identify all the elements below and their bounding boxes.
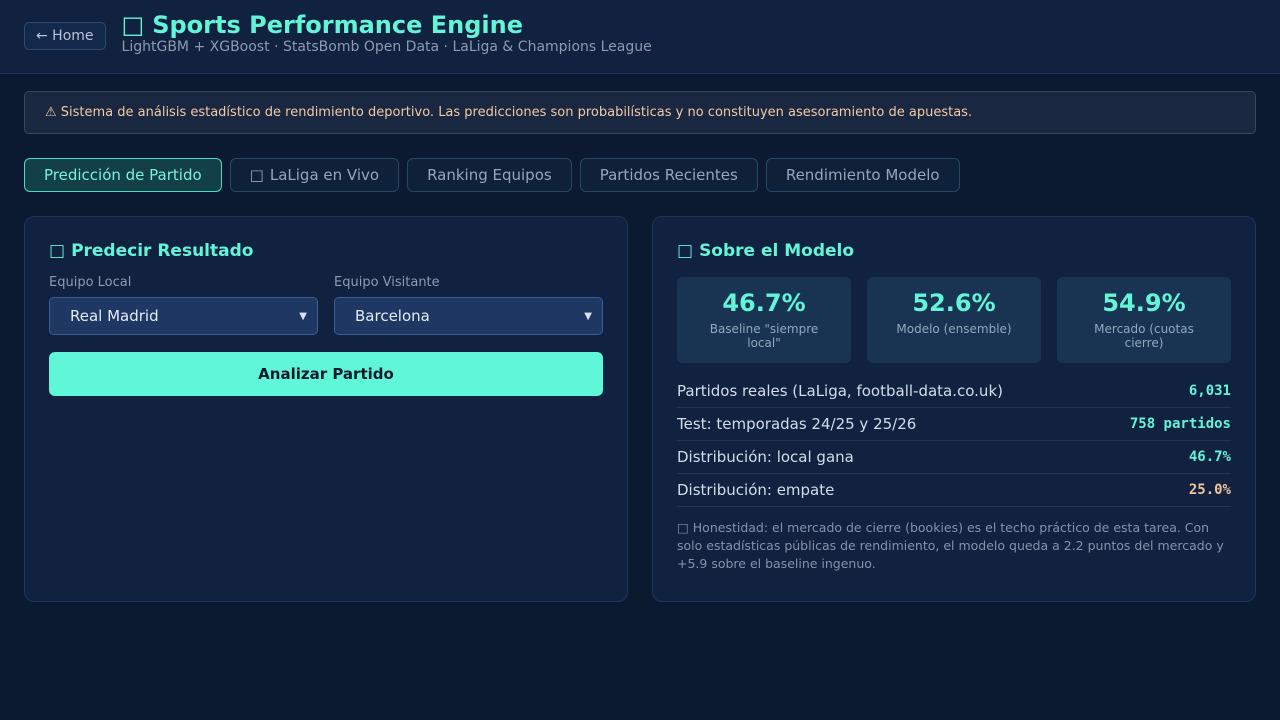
fact-value: 46.7% <box>1188 449 1231 465</box>
fact-row: Test: temporadas 24/25 y 25/26 758 parti… <box>677 408 1231 441</box>
predict-icon: □ <box>49 241 66 261</box>
predict-title-text: Predecir Resultado <box>71 241 254 261</box>
away-team-select[interactable]: Barcelona ▼ <box>334 297 603 335</box>
stat-market: 54.9% Mercado (cuotas cierre) <box>1057 277 1231 363</box>
disclaimer-banner: ⚠ Sistema de análisis estadístico de ren… <box>24 91 1256 134</box>
tab-label: Ranking Equipos <box>427 166 552 184</box>
tab-label: Rendimiento Modelo <box>785 166 940 184</box>
model-facts-list: Partidos reales (LaLiga, football-data.c… <box>677 375 1231 507</box>
home-team-group: Equipo Local Real Madrid ▼ <box>49 275 318 335</box>
title-block: □ Sports Performance Engine LightGBM + X… <box>122 11 652 56</box>
away-team-label: Equipo Visitante <box>334 275 440 290</box>
page-subtitle: LightGBM + XGBoost · StatsBomb Open Data… <box>121 39 652 55</box>
chevron-down-icon: ▼ <box>584 310 592 322</box>
app-logo-icon: □ <box>121 11 145 39</box>
fact-value: 6,031 <box>1188 383 1231 399</box>
page-title-text: Sports Performance Engine <box>152 11 523 39</box>
stat-value: 54.9% <box>1102 289 1186 317</box>
tab-label: Partidos Recientes <box>599 166 738 184</box>
chevron-down-icon: ▼ <box>299 310 307 322</box>
tab-laliga-en-vivo[interactable]: □ LaLiga en Vivo <box>229 158 400 192</box>
stat-model: 52.6% Modelo (ensemble) <box>867 277 1041 363</box>
live-icon: □ <box>249 166 264 184</box>
home-team-select[interactable]: Real Madrid ▼ <box>49 297 318 335</box>
predict-panel: □ Predecir Resultado Equipo Local Real M… <box>24 216 628 602</box>
disclaimer-text: ⚠ Sistema de análisis estadístico de ren… <box>45 105 973 120</box>
fact-value: 758 partidos <box>1129 416 1231 432</box>
fact-row: Distribución: empate 25.0% <box>677 474 1231 507</box>
tab-ranking-equipos[interactable]: Ranking Equipos <box>407 158 572 192</box>
tab-prediccion-partido[interactable]: Predicción de Partido <box>24 158 222 192</box>
fact-row: Partidos reales (LaLiga, football-data.c… <box>677 375 1231 408</box>
stat-label: Mercado (cuotas cierre) <box>1094 322 1194 350</box>
app-header: ← Home □ Sports Performance Engine Light… <box>0 0 1280 74</box>
fact-row: Distribución: local gana 46.7% <box>677 441 1231 474</box>
stat-value: 52.6% <box>912 289 996 317</box>
honesty-note: □ Honestidad: el mercado de cierre (book… <box>677 520 1224 571</box>
model-info-icon: □ <box>677 241 694 261</box>
stat-baseline: 46.7% Baseline "siempre local" <box>677 277 851 363</box>
tab-label: Predicción de Partido <box>44 166 202 184</box>
tab-rendimiento-modelo[interactable]: Rendimiento Modelo <box>765 158 960 192</box>
tab-bar: Predicción de Partido □ LaLiga en Vivo R… <box>24 158 960 192</box>
home-team-label: Equipo Local <box>49 275 132 290</box>
model-title: □ Sobre el Modelo <box>677 241 1231 261</box>
home-team-value: Real Madrid <box>70 307 159 325</box>
fact-key: Partidos reales (LaLiga, football-data.c… <box>677 382 1003 400</box>
model-title-text: Sobre el Modelo <box>699 241 855 261</box>
tab-partidos-recientes[interactable]: Partidos Recientes <box>579 158 758 192</box>
fact-key: Distribución: local gana <box>677 448 854 466</box>
away-team-value: Barcelona <box>355 307 430 325</box>
away-team-group: Equipo Visitante Barcelona ▼ <box>334 275 603 335</box>
predict-title: □ Predecir Resultado <box>49 241 603 261</box>
analyze-match-button[interactable]: Analizar Partido <box>49 352 603 396</box>
stat-label: Modelo (ensemble) <box>896 322 1012 336</box>
home-button[interactable]: ← Home <box>24 21 106 50</box>
fact-key: Test: temporadas 24/25 y 25/26 <box>677 415 917 433</box>
tab-label: LaLiga en Vivo <box>269 166 380 184</box>
stat-value: 46.7% <box>722 289 806 317</box>
model-panel: □ Sobre el Modelo 46.7% Baseline "siempr… <box>652 216 1256 602</box>
page-title: □ Sports Performance Engine <box>122 11 652 39</box>
stat-label: Baseline "siempre local" <box>709 322 819 350</box>
fact-key: Distribución: empate <box>677 481 835 499</box>
fact-value: 25.0% <box>1188 482 1231 498</box>
